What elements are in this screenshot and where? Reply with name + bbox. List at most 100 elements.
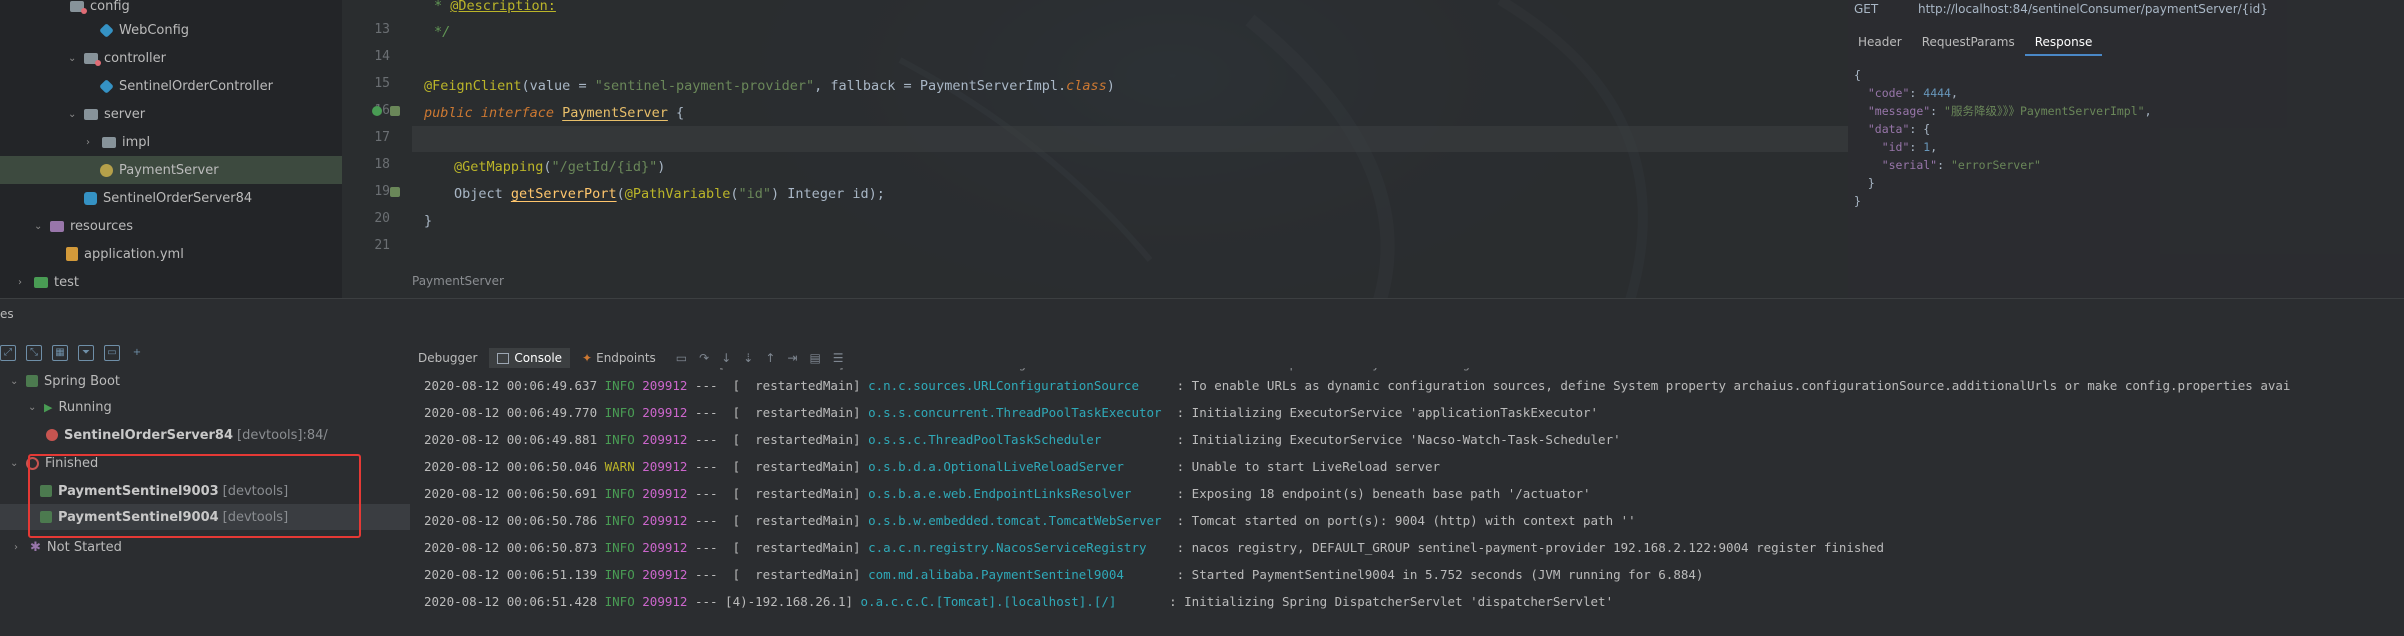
log-pid: 209912 bbox=[642, 378, 688, 393]
tree-folder-resources[interactable]: ⌄ resources bbox=[34, 212, 133, 240]
console-icon bbox=[497, 352, 510, 364]
service-paymentsentinel9003[interactable]: PaymentSentinel9003 [devtools] bbox=[40, 478, 288, 504]
tree-item-label: controller bbox=[104, 50, 167, 66]
code-editor[interactable]: 13 14 15 16 17 18 19 20 21 * @Descriptio… bbox=[342, 0, 1848, 298]
json-key: "data" bbox=[1867, 122, 1910, 136]
log-timestamp: 2020-08-12 00:06:49.770 bbox=[424, 405, 598, 420]
folder-icon bbox=[102, 136, 116, 148]
tree-item-sentinelordercontroller[interactable]: SentinelOrderController bbox=[99, 72, 273, 100]
tree-item-paymentserver[interactable]: PaymentServer bbox=[0, 156, 342, 184]
tree-item-application-yml[interactable]: application.yml bbox=[66, 240, 184, 268]
log-pid: 209912 bbox=[642, 405, 688, 420]
tree-item-label: application.yml bbox=[84, 246, 184, 262]
tab-console[interactable]: Console bbox=[489, 348, 571, 368]
line-number: 18 bbox=[374, 157, 390, 172]
log-timestamp: 2020-08-12 00:06:49.881 bbox=[424, 432, 598, 447]
settings-icon[interactable]: ☰ bbox=[833, 351, 844, 365]
interface-name[interactable]: PaymentServer bbox=[562, 105, 668, 121]
implemented-gutter-icon[interactable] bbox=[372, 106, 382, 116]
json-brace: } bbox=[1867, 176, 1875, 190]
request-url[interactable]: http://localhost:84/sentinelConsumer/pay… bbox=[1918, 2, 2268, 16]
service-paymentsentinel9004[interactable]: PaymentSentinel9004 [devtools] bbox=[0, 504, 410, 530]
log-level: INFO bbox=[604, 540, 635, 555]
json-value: "errorServer" bbox=[1950, 158, 2041, 172]
tree-folder-server[interactable]: ⌄ server bbox=[68, 100, 145, 128]
tree-folder-impl[interactable]: › impl bbox=[86, 128, 150, 156]
tree-item-sentinelorderserver84[interactable]: SentinelOrderServer84 bbox=[84, 184, 252, 212]
log-timestamp: 2020-08-12 00:06:49.637 bbox=[424, 378, 598, 393]
tab-request-params[interactable]: RequestParams bbox=[1912, 32, 2025, 56]
expand-all-icon[interactable]: ⤢ bbox=[0, 345, 16, 361]
log-thread: --- [ restartedMain] bbox=[694, 405, 861, 420]
class-icon bbox=[99, 78, 114, 94]
annotation: @PathVariable bbox=[624, 186, 731, 202]
new-tab-icon[interactable]: ▭ bbox=[104, 345, 120, 361]
tab-endpoints[interactable]: ✦ Endpoints bbox=[574, 348, 664, 368]
chevron-down-icon: ⌄ bbox=[10, 375, 19, 387]
group-by-icon[interactable]: ▦ bbox=[52, 345, 68, 361]
collapse-all-icon[interactable]: ⤡ bbox=[26, 345, 42, 361]
json-key: "serial" bbox=[1881, 158, 1938, 172]
services-toolbar: ⤢ ⤡ ▦ ⏷ ▭ + bbox=[0, 341, 144, 365]
json-key: "id" bbox=[1881, 140, 1910, 154]
step-into-icon[interactable]: ↓ bbox=[721, 351, 731, 365]
log-level: INFO bbox=[604, 432, 635, 447]
tree-node-not-started[interactable]: › ✱ Not Started bbox=[14, 534, 122, 560]
log-level: INFO bbox=[604, 513, 635, 528]
editor-breadcrumb[interactable]: PaymentServer bbox=[412, 274, 504, 288]
tree-item-label: server bbox=[104, 106, 146, 122]
tree-folder-controller[interactable]: ⌄ controller bbox=[68, 44, 166, 72]
tab-header[interactable]: Header bbox=[1848, 32, 1912, 56]
force-step-into-icon[interactable]: ⇣ bbox=[743, 351, 753, 365]
class-icon bbox=[99, 22, 114, 38]
running-icon: ▶ bbox=[44, 400, 53, 414]
service-tag: [devtools] bbox=[237, 427, 303, 443]
feign-gutter-icon[interactable] bbox=[390, 106, 400, 116]
log-level: INFO bbox=[604, 405, 635, 420]
log-line: 2020-08-12 00:06:51.139 INFO 209912 --- … bbox=[424, 565, 1703, 585]
mapping-gutter-icon[interactable] bbox=[390, 187, 400, 197]
tree-folder-test[interactable]: › test bbox=[18, 268, 79, 296]
service-tag: [devtools] bbox=[222, 483, 289, 499]
chevron-down-icon: ⌄ bbox=[28, 401, 37, 413]
code-line-16: public interface PaymentServer { bbox=[424, 103, 684, 123]
tab-response[interactable]: Response bbox=[2024, 32, 2103, 56]
json-key: "message" bbox=[1867, 104, 1931, 118]
tab-debugger[interactable]: Debugger bbox=[410, 348, 485, 368]
tree-node-spring-boot[interactable]: ⌄ Spring Boot bbox=[10, 368, 120, 394]
string-literal: "/getId/{id}" bbox=[551, 159, 658, 175]
rest-tabs: Header RequestParams Response bbox=[1848, 32, 2103, 56]
code-line-18: @GetMapping("/getId/{id}") bbox=[454, 157, 665, 177]
evaluate-icon[interactable]: ▤ bbox=[809, 351, 820, 365]
spring-boot-icon bbox=[26, 375, 38, 387]
tree-item-label: WebConfig bbox=[119, 22, 190, 38]
tree-node-label: Running bbox=[58, 399, 112, 415]
service-sentinelorderserver84[interactable]: SentinelOrderServer84 [devtools] :84/ bbox=[46, 422, 328, 448]
log-thread: --- [ restartedMain] bbox=[694, 567, 861, 582]
restore-layout-icon[interactable]: ▭ bbox=[676, 351, 687, 365]
code-line-15: @FeignClient(value = "sentinel-payment-p… bbox=[424, 76, 1115, 96]
step-out-icon[interactable]: ↑ bbox=[765, 351, 775, 365]
tool-window-title: es bbox=[0, 307, 14, 321]
log-message: : Exposing 18 endpoint(s) beneath base p… bbox=[1176, 486, 1591, 501]
tree-node-finished[interactable]: ⌄ Finished bbox=[10, 450, 98, 476]
tree-item-webconfig[interactable]: WebConfig bbox=[99, 16, 190, 44]
tree-node-running[interactable]: ⌄ ▶ Running bbox=[28, 394, 112, 420]
run-to-cursor-icon[interactable]: ⇥ bbox=[787, 351, 797, 365]
filter-icon[interactable]: ⏷ bbox=[78, 345, 94, 361]
step-over-icon[interactable]: ↷ bbox=[699, 351, 709, 365]
annotation: @GetMapping bbox=[454, 159, 544, 175]
annotation: @FeignClient bbox=[424, 78, 522, 94]
console-output[interactable]: 2020-08-12 00:06:49.6 WARN 209912 --- [ … bbox=[410, 368, 2404, 635]
code-text: ( bbox=[543, 159, 552, 175]
service-port[interactable]: :84/ bbox=[303, 428, 328, 443]
tree-item-label: test bbox=[54, 274, 79, 290]
log-message: : Initializing Spring DispatcherServlet … bbox=[1169, 594, 1614, 609]
log-level: INFO bbox=[604, 486, 635, 501]
http-method[interactable]: GET bbox=[1854, 2, 1878, 16]
method-name[interactable]: getServerPort bbox=[511, 186, 617, 202]
add-service-icon[interactable]: + bbox=[130, 346, 144, 360]
log-timestamp: 2020-08-12 00:06:51.139 bbox=[424, 567, 598, 582]
chevron-down-icon: ⌄ bbox=[68, 52, 77, 64]
log-pid: 209912 bbox=[642, 459, 688, 474]
